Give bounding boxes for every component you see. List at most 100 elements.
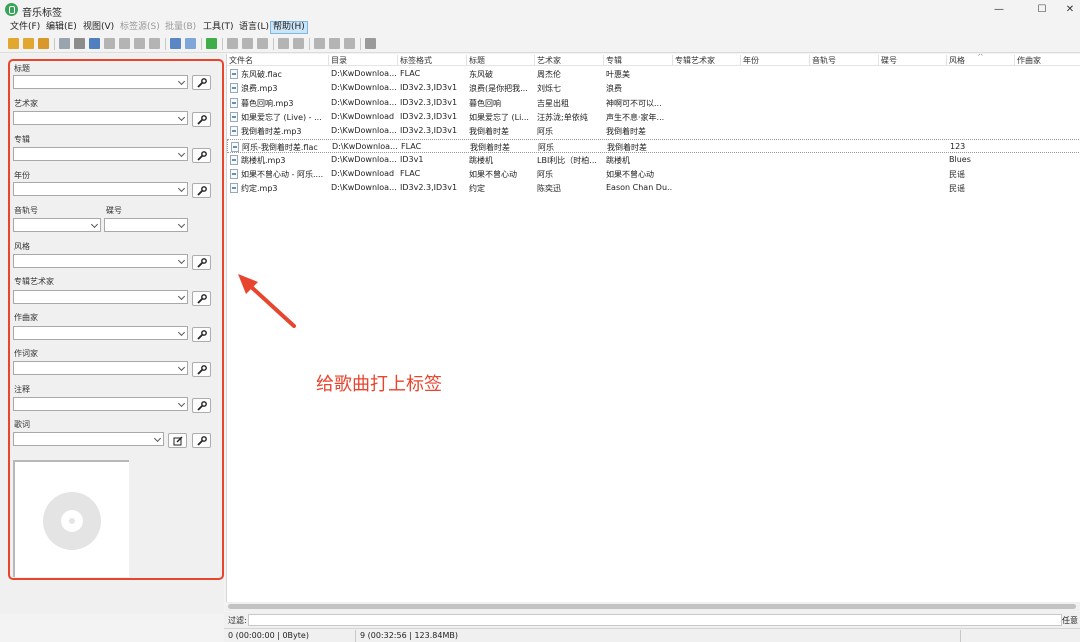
column-header[interactable]: 目录 xyxy=(331,55,347,66)
copy-icon[interactable] xyxy=(293,38,304,49)
column-divider[interactable] xyxy=(946,55,947,65)
folder-files-icon[interactable] xyxy=(38,38,49,49)
column-header[interactable]: 标题 xyxy=(469,55,485,66)
column-divider[interactable] xyxy=(740,55,741,65)
filter-input[interactable] xyxy=(248,614,1062,626)
title-tool-button[interactable] xyxy=(192,75,211,90)
cell-dir: D:\KwDownloa... xyxy=(332,141,398,151)
album-artist-combo[interactable] xyxy=(13,290,188,304)
title-combo[interactable] xyxy=(13,75,188,89)
column-divider[interactable] xyxy=(878,55,879,65)
settings-icon[interactable] xyxy=(365,38,376,49)
column-divider[interactable] xyxy=(534,55,535,65)
composer-tool-button[interactable] xyxy=(192,327,211,342)
column-header[interactable]: 专辑 xyxy=(606,55,622,66)
menu-help[interactable]: 帮助(H) xyxy=(270,21,308,34)
save-icon[interactable] xyxy=(59,38,70,49)
undo-icon[interactable] xyxy=(89,38,100,49)
lyrics-combo[interactable] xyxy=(13,432,164,446)
column-header[interactable]: 音轨号 xyxy=(812,55,836,66)
column-header[interactable]: 标签格式 xyxy=(400,55,432,66)
year-tool-button[interactable] xyxy=(192,183,211,198)
image-icon[interactable] xyxy=(344,38,355,49)
batch-icon[interactable] xyxy=(242,38,253,49)
comment-combo[interactable] xyxy=(13,397,188,411)
table-row[interactable]: 跳楼机.mp3 D:\KwDownloa... ID3v1 跳楼机 LBI利比（时柏..… xyxy=(227,153,1080,167)
column-header[interactable]: 风格 xyxy=(949,55,965,66)
menu-tag-source[interactable]: 标签源(S) xyxy=(118,21,162,34)
column-divider[interactable] xyxy=(1014,55,1015,65)
menu-file[interactable]: 文件(F) xyxy=(8,21,42,34)
column-header[interactable]: 碟号 xyxy=(881,55,897,66)
genre-tool-button[interactable] xyxy=(192,255,211,270)
table-row[interactable]: 如果爱忘了 (Live) - ... D:\KwDownload ID3v2.3,I… xyxy=(227,110,1080,124)
open-folder-icon[interactable] xyxy=(8,38,19,49)
lyrics-tool-button[interactable] xyxy=(192,433,211,448)
wrench-icon xyxy=(197,115,207,125)
table-row[interactable]: 如果不曾心动 - 阿乐.... D:\KwDownload FLAC 如果不曾心动 阿乐… xyxy=(227,167,1080,181)
album-artist-tool-button[interactable] xyxy=(192,291,211,306)
remove-icon[interactable] xyxy=(74,38,85,49)
comment-tool-button[interactable] xyxy=(192,398,211,413)
organize-icon[interactable] xyxy=(329,38,340,49)
column-header[interactable]: 年份 xyxy=(743,55,759,66)
convert-icon[interactable] xyxy=(257,38,268,49)
filter-mode[interactable]: 任意 xyxy=(1062,615,1078,626)
table-row[interactable]: 暮色回响.mp3 D:\KwDownloa... ID3v2.3,ID3v1 暮色回响… xyxy=(227,96,1080,110)
column-divider[interactable] xyxy=(328,55,329,65)
grid-view-icon[interactable] xyxy=(185,38,196,49)
rename-icon[interactable] xyxy=(314,38,325,49)
maximize-button[interactable]: ☐ xyxy=(1028,2,1056,18)
table-row[interactable]: 我倒着时差.mp3 D:\KwDownloa... ID3v2.3,ID3v1 我倒着… xyxy=(227,124,1080,138)
column-header[interactable]: 作曲家 xyxy=(1017,55,1041,66)
lyrics-edit-button[interactable] xyxy=(168,433,187,448)
year-combo[interactable] xyxy=(13,182,188,196)
horizontal-scrollbar[interactable] xyxy=(226,602,1080,611)
close-button[interactable]: ✕ xyxy=(1060,2,1080,18)
menu-language[interactable]: 语言(L) xyxy=(237,21,271,34)
artist-combo[interactable] xyxy=(13,111,188,125)
lyricist-combo[interactable] xyxy=(13,361,188,375)
album-cover[interactable] xyxy=(13,460,129,577)
cell-dir: D:\KwDownloa... xyxy=(331,126,397,136)
wrench-dropdown-icon[interactable] xyxy=(134,38,145,49)
table-row[interactable]: 东风破.flac D:\KwDownloa... FLAC 东风破 周杰伦 叶惠美 xyxy=(227,67,1080,81)
cell-dir: D:\KwDownloa... xyxy=(331,183,397,193)
menu-batch[interactable]: 批量(B) xyxy=(163,21,198,34)
tag-source-icon[interactable] xyxy=(227,38,238,49)
column-header[interactable]: 文件名 xyxy=(229,55,253,66)
refresh-icon[interactable] xyxy=(206,38,217,49)
time-icon[interactable] xyxy=(149,38,160,49)
album-tool-button[interactable] xyxy=(192,148,211,163)
track-combo[interactable] xyxy=(13,218,101,232)
disc-combo[interactable] xyxy=(104,218,188,232)
list-view-icon[interactable] xyxy=(170,38,181,49)
table-row[interactable]: 浪费.mp3 D:\KwDownloa... ID3v2.3,ID3v1 浪费(是你把… xyxy=(227,81,1080,95)
column-divider[interactable] xyxy=(397,55,398,65)
column-divider[interactable] xyxy=(603,55,604,65)
edit-tag-icon[interactable] xyxy=(119,38,130,49)
menu-edit[interactable]: 编辑(E) xyxy=(44,21,79,34)
menu-tools[interactable]: 工具(T) xyxy=(201,21,236,34)
lyricist-tool-button[interactable] xyxy=(192,362,211,377)
menu-view[interactable]: 视图(V) xyxy=(81,21,116,34)
column-divider[interactable] xyxy=(672,55,673,65)
album-combo[interactable] xyxy=(13,147,188,161)
genre-combo[interactable] xyxy=(13,254,188,268)
column-header[interactable]: 艺术家 xyxy=(537,55,561,66)
tag-window-icon[interactable] xyxy=(104,38,115,49)
table-row[interactable]: 约定.mp3 D:\KwDownloa... ID3v2.3,ID3v1 约定 陈奕迅 E… xyxy=(227,181,1080,195)
cell-dir: D:\KwDownloa... xyxy=(331,97,397,107)
minimize-button[interactable]: — xyxy=(985,2,1013,18)
scrollbar-thumb[interactable] xyxy=(228,604,1076,609)
cell-genre: 123 xyxy=(950,141,966,151)
cut-icon[interactable] xyxy=(278,38,289,49)
column-divider[interactable] xyxy=(809,55,810,65)
table-row[interactable]: 阿乐-我倒着时差.flac D:\KwDownloa... FLAC 我倒着时差 阿乐 我… xyxy=(227,138,1080,153)
column-header[interactable]: 专辑艺术家 xyxy=(675,55,715,66)
artist-tool-button[interactable] xyxy=(192,112,211,127)
wrench-icon xyxy=(197,436,207,446)
add-folder-icon[interactable] xyxy=(23,38,34,49)
composer-combo[interactable] xyxy=(13,326,188,340)
column-divider[interactable] xyxy=(466,55,467,65)
